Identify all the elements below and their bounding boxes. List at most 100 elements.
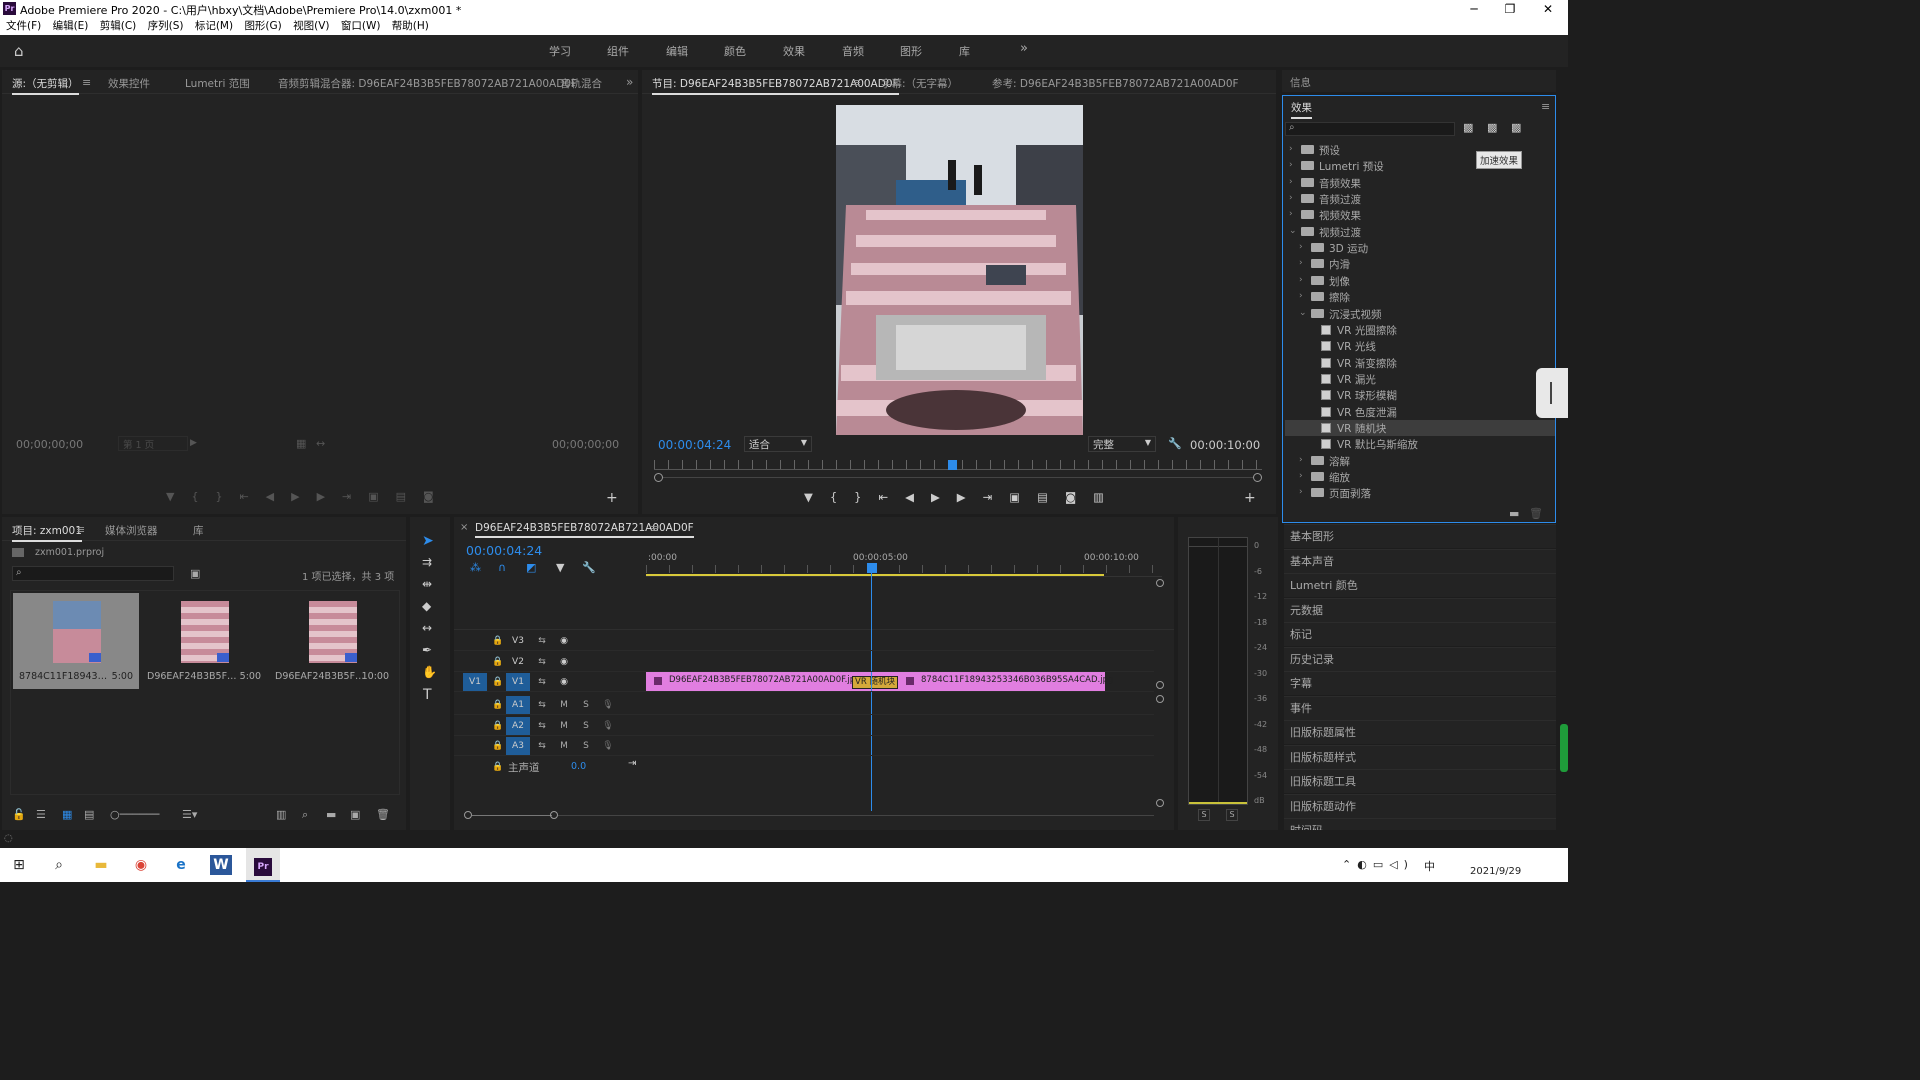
workspace-effects[interactable]: 效果 (783, 43, 805, 59)
chevron-right-icon[interactable]: › (1289, 177, 1299, 187)
effects-tree-item[interactable]: › 音频过渡 (1285, 191, 1555, 207)
effects-tree-item[interactable]: › 擦除 (1285, 289, 1555, 305)
solo-right-button[interactable]: S (1226, 809, 1238, 821)
effects-title[interactable]: 效果 (1291, 100, 1312, 119)
track-name[interactable]: V2 (506, 653, 530, 671)
minimize-button[interactable]: ─ (1456, 0, 1492, 18)
tab-effect-controls[interactable]: 效果控件 (108, 76, 150, 91)
eye-icon[interactable]: ◉ (552, 653, 576, 671)
side-panel-tab[interactable]: 基本声音 (1284, 548, 1556, 573)
tab-source[interactable]: 源:（无剪辑） (12, 76, 79, 95)
accelerated-effects-icon[interactable]: ▩ (1463, 121, 1473, 134)
effects-tree-item[interactable]: ⌄ 视频过渡 (1285, 224, 1555, 240)
tab-lumetri-scopes[interactable]: Lumetri 范围 (185, 76, 250, 91)
hand-tool-icon[interactable]: ✋ (422, 665, 437, 679)
workspace-learn[interactable]: 学习 (549, 43, 571, 59)
razor-tool-icon[interactable]: ◆ (422, 599, 431, 613)
chevron-right-icon[interactable]: › (1299, 242, 1309, 252)
effects-tree-item[interactable]: VR 渐变擦除 (1285, 355, 1555, 371)
project-search-input[interactable]: ⌕ (12, 566, 174, 581)
more-tabs-icon[interactable]: » (626, 75, 633, 89)
tab-captions[interactable]: 字幕:（无字幕） (881, 76, 958, 91)
add-button-icon[interactable]: + (1244, 490, 1256, 506)
microphone-icon[interactable]: 🎙 (596, 737, 620, 755)
timeline-horizontal-scrollbar[interactable] (464, 811, 1154, 821)
sync-lock-icon[interactable]: ⇆ (530, 696, 554, 714)
menu-help[interactable]: 帮助(H) (392, 18, 429, 35)
project-item[interactable]: 8784C11F18943253... 5:00 (13, 593, 139, 689)
add-button-icon[interactable]: + (606, 490, 618, 506)
pen-tool-icon[interactable]: ✒ (422, 643, 432, 657)
effects-tree-item[interactable]: VR 光圈擦除 (1285, 322, 1555, 338)
chevron-down-icon[interactable]: ⌄ (1289, 226, 1299, 236)
effects-tree-item[interactable]: › 溶解 (1285, 453, 1555, 469)
workspace-audio[interactable]: 音频 (842, 43, 864, 59)
mute-button[interactable]: M (552, 737, 576, 755)
floating-side-widget[interactable] (1536, 368, 1568, 418)
effects-tree-item[interactable]: › 划像 (1285, 273, 1555, 289)
word-icon[interactable]: W (210, 855, 232, 875)
workspace-assembly[interactable]: 组件 (607, 43, 629, 59)
program-playhead[interactable] (947, 460, 957, 470)
zoom-scrollbar[interactable] (654, 473, 1262, 482)
settings-small-icon[interactable]: ▦ (296, 437, 306, 450)
track-name[interactable]: V3 (506, 632, 530, 650)
menu-edit[interactable]: 编辑(E) (53, 18, 89, 35)
slip-tool-icon[interactable]: ↔ (422, 621, 432, 635)
solo-button[interactable]: S (574, 717, 598, 735)
effects-tree-item[interactable]: › 预设 (1285, 142, 1555, 158)
project-item[interactable]: D96EAF24B3B5FEB... 5:00 (141, 593, 267, 689)
menu-sequence[interactable]: 序列(S) (148, 18, 184, 35)
sync-lock-icon[interactable]: ⇆ (530, 653, 554, 671)
master-jump-icon[interactable]: ⇥ (628, 758, 636, 769)
sync-lock-icon[interactable]: ⇆ (530, 737, 554, 755)
timeline-toolbar[interactable]: ⁂ ∩ ◩ ▼ 🔧 (468, 561, 598, 575)
tab-sequence[interactable]: D96EAF24B3B5FEB78072AB721A00AD0F (475, 522, 694, 538)
solo-button[interactable]: S (574, 696, 598, 714)
page-dropdown[interactable]: 第 1 页 (118, 436, 188, 451)
sequence-menu-icon[interactable]: ≡ (650, 522, 659, 535)
side-panel-tab[interactable]: 基本图形 (1284, 524, 1556, 548)
premiere-taskbar-button[interactable]: Pr (246, 848, 280, 882)
side-panel-tab[interactable]: 旧版标题工具 (1284, 769, 1556, 793)
workspace-libraries[interactable]: 库 (959, 43, 970, 59)
project-footer-toolbar[interactable]: 🔓 ☰ ▦ ▤ ○────── ☰▾ ▥ ⌕ ▬ ▣ 🗑 (10, 808, 400, 822)
sync-lock-icon[interactable]: ⇆ (530, 673, 554, 691)
chevron-right-icon[interactable]: › (1289, 209, 1299, 219)
tab-audio-track-mixer[interactable]: 音轨混合 (560, 76, 610, 91)
effects-tree-item[interactable]: › Lumetri 预设 (1285, 158, 1555, 174)
panel-menu-icon[interactable]: ≡ (82, 76, 91, 89)
side-panel-tab[interactable]: 旧版标题样式 (1284, 744, 1556, 769)
effects-tree-item[interactable]: VR 随机块 (1285, 419, 1555, 436)
fit-dropdown[interactable]: 适合 ▼ (744, 436, 812, 452)
program-menu-icon[interactable]: ≡ (852, 76, 861, 89)
chrome-icon[interactable]: ◉ (128, 853, 154, 877)
ripple-edit-tool-icon[interactable]: ⇹ (422, 577, 432, 591)
effects-tree-item[interactable]: › 3D 运动 (1285, 240, 1555, 256)
side-panel-tab[interactable]: 时间码 (1284, 818, 1556, 830)
type-tool-icon[interactable]: T (423, 687, 432, 703)
workspace-more-icon[interactable]: » (1020, 41, 1028, 56)
effects-tree-item[interactable]: VR 光线 (1285, 338, 1555, 354)
timeline-ruler[interactable]: :00:00 00:00:05:00 00:00:10:00 (646, 547, 1162, 577)
menu-clip[interactable]: 剪辑(C) (100, 18, 137, 35)
side-panel-tab[interactable]: 旧版标题动作 (1284, 793, 1556, 818)
file-explorer-icon[interactable]: ▬ (88, 853, 114, 877)
menu-view[interactable]: 视图(V) (293, 18, 329, 35)
track-lock-icon[interactable]: 🔒 (486, 758, 510, 776)
32bit-effects-icon[interactable]: ▩ (1487, 121, 1497, 134)
microphone-icon[interactable]: 🎙 (596, 696, 620, 714)
ime-indicator[interactable]: 中 (1424, 858, 1435, 874)
home-icon[interactable]: ⌂ (14, 42, 24, 60)
windows-start-icon[interactable]: ⊞ (6, 853, 32, 877)
new-bin-icon[interactable]: ▬ (1509, 507, 1519, 520)
microphone-icon[interactable]: 🎙 (596, 717, 620, 735)
chevron-right-icon[interactable]: › (1289, 144, 1299, 154)
chevron-right-icon[interactable]: › (1299, 487, 1309, 497)
chevron-right-icon[interactable]: › (1299, 275, 1309, 285)
side-panel-tab[interactable]: Lumetri 颜色 (1284, 573, 1556, 597)
track-name[interactable]: A2 (506, 716, 530, 735)
track-select-tool-icon[interactable]: ⇉ (422, 555, 432, 569)
effects-tree-item[interactable]: › 页面剥落 (1285, 485, 1555, 501)
chevron-right-icon[interactable]: › (1289, 160, 1299, 170)
